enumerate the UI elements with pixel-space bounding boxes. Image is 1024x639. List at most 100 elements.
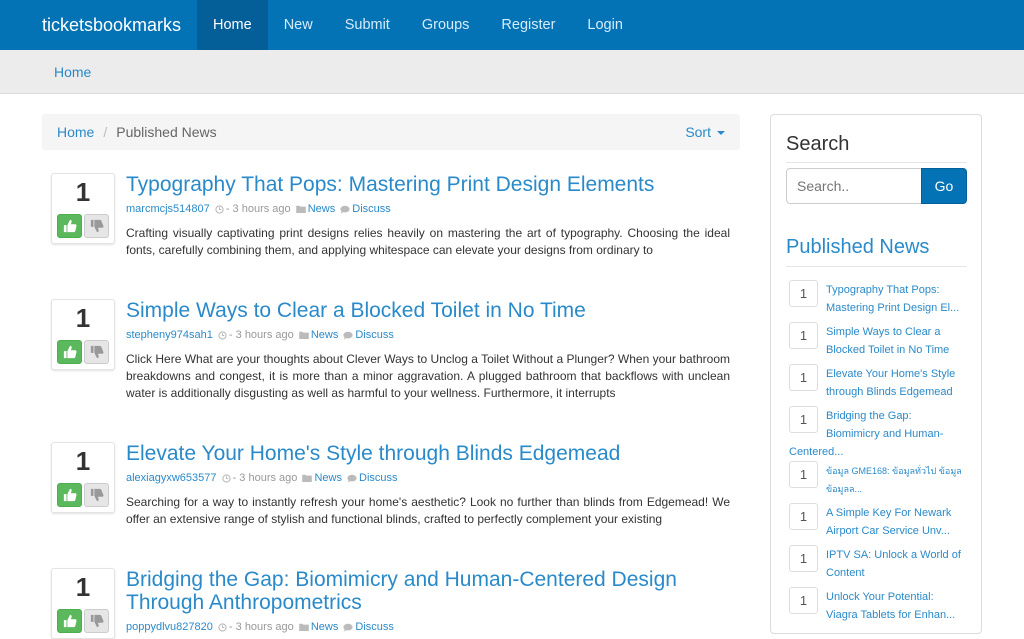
clock-icon <box>215 204 224 214</box>
clock-icon <box>218 330 227 340</box>
sidebar-vote-count: 1 <box>789 406 818 433</box>
sidebar-news-item: 1 Typography That Pops: Mastering Print D… <box>789 280 967 316</box>
post-meta: marcmcjs514807 - 3 hours ago News Discus… <box>126 202 730 216</box>
post-title-link[interactable]: Bridging the Gap: Biomimicry and Human-C… <box>126 568 730 614</box>
nav-submit[interactable]: Submit <box>329 0 406 50</box>
subbar-home-link[interactable]: Home <box>54 64 91 80</box>
search-input[interactable] <box>786 168 922 204</box>
clock-icon <box>221 473 231 483</box>
upvote-button[interactable] <box>57 483 82 507</box>
post-meta: poppydlvu827820 - 3 hours ago News Discu… <box>126 620 730 634</box>
vote-box: 1 <box>51 299 115 370</box>
brand-logo-link[interactable]: ticketsbookmarks <box>42 15 181 36</box>
post-category-link[interactable]: News <box>311 329 339 341</box>
folder-icon <box>299 623 309 632</box>
divider <box>786 266 967 267</box>
post-author-link[interactable]: alexiagyxw653577 <box>126 472 217 484</box>
search-go-button[interactable]: Go <box>921 168 967 204</box>
sidebar-news-link[interactable]: Unlock Your Potential: Viagra Tablets fo… <box>826 591 955 621</box>
sidebar-news-item: 1 A Simple Key For Newark Airport Car Ser… <box>789 503 967 539</box>
post-meta: alexiagyxw653577 - 3 hours ago News Disc… <box>126 471 730 485</box>
top-navbar: ticketsbookmarks Home New Submit Groups … <box>0 0 1024 50</box>
post-time: - 3 hours ago <box>225 203 291 215</box>
comment-icon <box>343 623 353 632</box>
thumbs-up-icon <box>63 488 77 502</box>
downvote-button[interactable] <box>84 340 109 364</box>
nav-home[interactable]: Home <box>197 0 268 50</box>
post-title-link[interactable]: Simple Ways to Clear a Blocked Toilet in… <box>126 299 730 322</box>
post-author-link[interactable]: marcmcjs514807 <box>126 203 210 215</box>
post-body: Simple Ways to Clear a Blocked Toilet in… <box>126 299 730 402</box>
post-discuss-link[interactable]: Discuss <box>355 329 394 341</box>
downvote-button[interactable] <box>84 483 109 507</box>
post-discuss-link[interactable]: Discuss <box>359 472 398 484</box>
sidebar-vote-count: 1 <box>789 280 818 307</box>
upvote-button[interactable] <box>57 609 82 633</box>
post-author-link[interactable]: stepheny974sah1 <box>126 329 213 341</box>
post-category-link[interactable]: News <box>314 472 342 484</box>
sidebar-news-link[interactable]: A Simple Key For Newark Airport Car Serv… <box>826 507 951 537</box>
vote-count: 1 <box>75 303 91 333</box>
divider <box>786 162 967 163</box>
sidebar-vote-count: 1 <box>789 322 818 349</box>
post-category-link[interactable]: News <box>311 621 339 633</box>
upvote-button[interactable] <box>57 214 82 238</box>
nav-new[interactable]: New <box>268 0 329 50</box>
thumbs-up-icon <box>63 614 77 628</box>
breadcrumb: Home / Published News Sort <box>42 114 740 150</box>
clock-icon <box>218 622 227 632</box>
post-title-link[interactable]: Elevate Your Home's Style through Blinds… <box>126 442 730 465</box>
post-time: - 3 hours ago <box>232 472 298 484</box>
sort-dropdown[interactable]: Sort <box>685 114 725 150</box>
thumbs-down-icon <box>90 488 104 502</box>
sidebar-vote-count: 1 <box>789 545 818 572</box>
thumbs-down-icon <box>90 219 104 233</box>
sidebar-news-link[interactable]: Simple Ways to Clear a Blocked Toilet in… <box>826 326 949 356</box>
post-time: - 3 hours ago <box>228 329 294 341</box>
thumbs-down-icon <box>90 345 104 359</box>
breadcrumb-home-link[interactable]: Home <box>57 124 94 140</box>
downvote-button[interactable] <box>84 214 109 238</box>
post-title-link[interactable]: Typography That Pops: Mastering Print De… <box>126 173 730 196</box>
nav-groups[interactable]: Groups <box>406 0 486 50</box>
search-heading: Search <box>786 133 850 155</box>
comment-icon <box>340 205 350 214</box>
vote-box: 1 <box>51 173 115 244</box>
upvote-button[interactable] <box>57 340 82 364</box>
breadcrumb-separator: / <box>103 124 108 140</box>
sidebar-vote-count: 1 <box>789 364 818 391</box>
post-excerpt: Crafting visually captivating print desi… <box>126 226 730 257</box>
post-category-link[interactable]: News <box>308 203 336 215</box>
vote-count: 1 <box>75 446 91 476</box>
comment-icon <box>347 474 357 483</box>
sidebar-news-item: 1 IPTV SA: Unlock a World of Content <box>789 545 967 581</box>
post-excerpt: Searching for a way to instantly refresh… <box>126 495 730 526</box>
folder-icon <box>302 474 313 483</box>
vote-count: 1 <box>75 572 91 602</box>
sidebar-news-link[interactable]: Elevate Your Home's Style through Blinds… <box>826 368 955 398</box>
vote-count: 1 <box>75 177 91 207</box>
sub-navbar: Home <box>0 50 1024 94</box>
post-body: Elevate Your Home's Style through Blinds… <box>126 442 730 528</box>
caret-down-icon <box>717 131 725 136</box>
sidebar-news-link[interactable]: ข้อมูล GME168: ข้อมูลทั่วไป ข้อมูล ข้อมู… <box>826 466 962 494</box>
breadcrumb-current: Published News <box>116 124 217 140</box>
thumbs-down-icon <box>90 614 104 628</box>
published-news-heading: Published News <box>786 236 930 258</box>
folder-icon <box>295 205 306 214</box>
nav-login[interactable]: Login <box>571 0 638 50</box>
post-author-link[interactable]: poppydlvu827820 <box>126 621 213 633</box>
post-discuss-link[interactable]: Discuss <box>355 621 394 633</box>
sidebar-news-link[interactable]: IPTV SA: Unlock a World of Content <box>826 549 961 579</box>
post-body: Typography That Pops: Mastering Print De… <box>126 173 730 259</box>
sidebar-news-link[interactable]: Typography That Pops: Mastering Print De… <box>826 284 959 314</box>
nav-register[interactable]: Register <box>485 0 571 50</box>
post-excerpt: Click Here What are your thoughts about … <box>126 352 730 400</box>
vote-box: 1 <box>51 568 115 639</box>
post-discuss-link[interactable]: Discuss <box>352 203 391 215</box>
downvote-button[interactable] <box>84 609 109 633</box>
thumbs-up-icon <box>63 345 77 359</box>
sidebar-news-item: 1 Unlock Your Potential: Viagra Tablets f… <box>789 587 967 623</box>
sidebar-vote-count: 1 <box>789 503 818 530</box>
folder-icon <box>299 331 309 340</box>
